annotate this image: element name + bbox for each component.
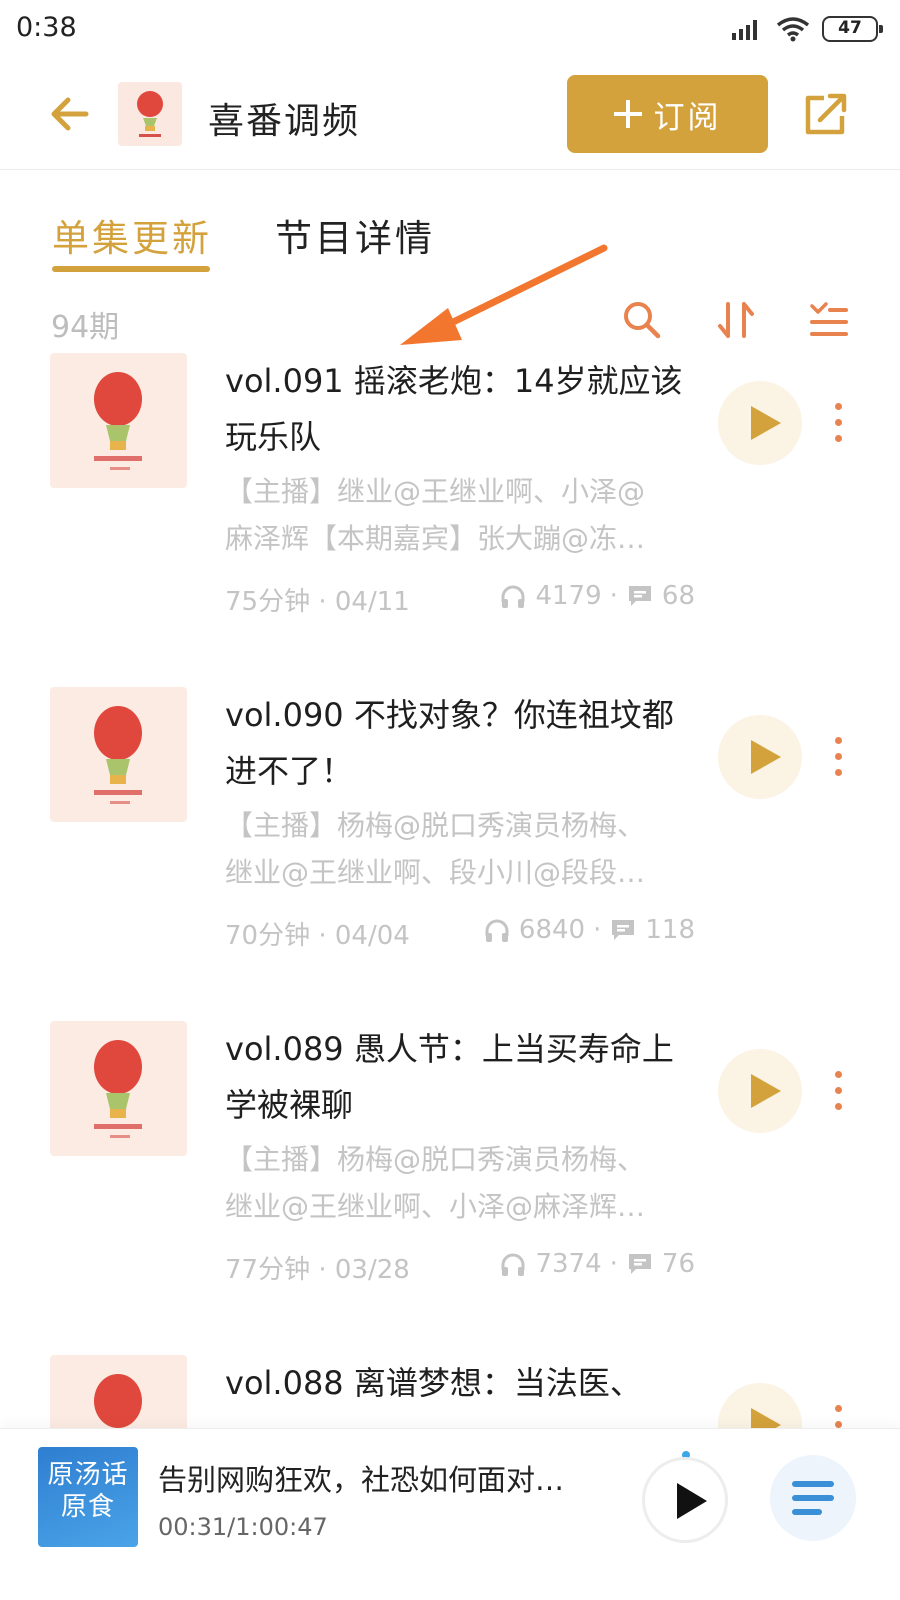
mini-player[interactable]: 原汤话原食 告别网购狂欢，社恐如何面对… 00:31/1:00:47 (0, 1428, 900, 1600)
episode-item[interactable]: vol.091 摇滚老炮：14岁就应该玩乐队 【主播】继业@王继业啊、小泽@ 麻… (0, 353, 900, 673)
episode-description-line: 【主播】杨梅@脱口秀演员杨梅、 (225, 809, 646, 842)
wifi-icon (776, 17, 810, 42)
comment-count: 76 (661, 1249, 695, 1279)
sort-icon[interactable] (714, 298, 758, 342)
episode-cover (50, 1355, 187, 1428)
status-time: 0:38 (16, 12, 77, 43)
player-cover: 原汤话原食 (38, 1447, 138, 1547)
play-button[interactable] (718, 1383, 802, 1428)
play-button[interactable] (718, 715, 802, 799)
play-count: 6840 (518, 915, 586, 945)
status-bar: 0:38 47 (0, 0, 900, 62)
headphones-icon (501, 585, 525, 608)
player-title: 告别网购狂欢，社恐如何面对… (158, 1463, 565, 1497)
episode-meta: 70分钟 · 04/04 6840 · 118 (225, 915, 695, 955)
plus-icon (613, 100, 642, 128)
page-title: 喜番调频 (208, 101, 361, 142)
play-count: 7374 (535, 1249, 602, 1279)
episode-stats: 6840 · 118 (483, 915, 695, 945)
episode-meta: 77分钟 · 03/28 7374 · 76 (225, 1249, 695, 1289)
tab-program-details[interactable]: 节目详情 (275, 208, 435, 262)
episode-description: 【主播】杨梅@脱口秀演员杨梅、 继业@王继业啊、小泽@麻泽辉… (225, 1136, 695, 1230)
episode-description-line: 麻泽辉【本期嘉宾】张大蹦@冻… (225, 522, 646, 555)
meta-separator: · (609, 581, 618, 611)
episode-description: 【主播】继业@王继业啊、小泽@ 麻泽辉【本期嘉宾】张大蹦@冻… (225, 468, 695, 562)
search-icon[interactable] (620, 298, 664, 342)
battery-indicator: 47 (822, 16, 883, 42)
more-options-icon[interactable] (830, 1403, 846, 1428)
play-button[interactable] (718, 1049, 802, 1133)
episode-duration-date: 70分钟 · 04/04 (225, 921, 410, 951)
status-icons: 47 (730, 14, 883, 44)
player-play-button[interactable] (642, 1457, 728, 1543)
active-tab-indicator (52, 266, 210, 272)
episode-title: vol.088 离谱梦想：当法医、 (225, 1364, 642, 1402)
episode-title: vol.089 愚人节：上当买寿命上学被裸聊 (225, 1030, 674, 1124)
episode-item[interactable]: vol.088 离谱梦想：当法医、 (0, 1355, 900, 1428)
podcast-logo (118, 82, 182, 146)
episode-title: vol.091 摇滚老炮：14岁就应该玩乐队 (225, 362, 683, 456)
subscribe-label: 订阅 (653, 99, 722, 136)
episode-description-line: 继业@王继业啊、小泽@麻泽辉… (225, 1190, 646, 1223)
episode-description-line: 【主播】继业@王继业啊、小泽@ (225, 475, 646, 508)
episode-stats: 7374 · 76 (499, 1249, 695, 1279)
balloon-cover-icon (94, 706, 142, 804)
player-time: 00:31/1:00:47 (158, 1513, 328, 1541)
app-screen: 0:38 47 喜番调频 订阅 单集更新 节目详情 94期 vol.091 摇滚… (0, 0, 900, 1600)
episode-title: vol.090 不找对象？你连祖坟都进不了！ (225, 696, 674, 790)
balloon-logo-icon (137, 91, 163, 137)
episode-description-line: 【主播】杨梅@脱口秀演员杨梅、 (225, 1143, 646, 1176)
more-options-icon[interactable] (830, 401, 846, 445)
episode-cover (50, 687, 187, 822)
more-options-icon[interactable] (830, 1069, 846, 1113)
episode-item[interactable]: vol.089 愚人节：上当买寿命上学被裸聊 【主播】杨梅@脱口秀演员杨梅、 继… (0, 1021, 900, 1341)
meta-separator: · (593, 915, 602, 945)
more-options-icon[interactable] (830, 735, 846, 779)
play-count: 4179 (535, 581, 602, 611)
episode-description-line: 继业@王继业啊、段小川@段段… (225, 856, 646, 889)
playlist-icon[interactable] (770, 1455, 856, 1541)
episode-cover (50, 353, 187, 488)
header: 喜番调频 订阅 (0, 62, 900, 170)
tab-episodes[interactable]: 单集更新 (52, 208, 212, 262)
comment-icon (612, 920, 635, 940)
episode-stats: 4179 · 68 (499, 581, 695, 611)
episode-description: 【主播】杨梅@脱口秀演员杨梅、 继业@王继业啊、段小川@段段… (225, 802, 695, 896)
episode-item[interactable]: vol.090 不找对象？你连祖坟都进不了！ 【主播】杨梅@脱口秀演员杨梅、 继… (0, 687, 900, 1007)
headphones-icon (485, 919, 509, 942)
episode-meta: 75分钟 · 04/11 4179 · 68 (225, 581, 695, 621)
balloon-cover-icon (94, 372, 142, 470)
meta-separator: · (609, 1249, 618, 1279)
episode-cover (50, 1021, 187, 1156)
episode-duration-date: 75分钟 · 04/11 (225, 587, 410, 617)
batch-select-icon[interactable] (806, 298, 850, 342)
comment-count: 118 (645, 915, 695, 945)
tab-bar: 单集更新 节目详情 (0, 208, 900, 278)
balloon-cover-icon (94, 1040, 142, 1138)
comment-icon (628, 586, 651, 606)
balloon-cover-icon (94, 1374, 142, 1428)
episode-count: 94期 (51, 310, 120, 345)
signal-icon (732, 20, 757, 40)
share-icon[interactable] (802, 90, 850, 138)
headphones-icon (501, 1253, 525, 1276)
episode-duration-date: 77分钟 · 03/28 (225, 1255, 410, 1285)
subscribe-button[interactable]: 订阅 (567, 75, 768, 153)
comment-icon (628, 1254, 651, 1274)
back-arrow-icon[interactable] (46, 90, 94, 138)
play-button[interactable] (718, 381, 802, 465)
comment-count: 68 (661, 581, 695, 611)
